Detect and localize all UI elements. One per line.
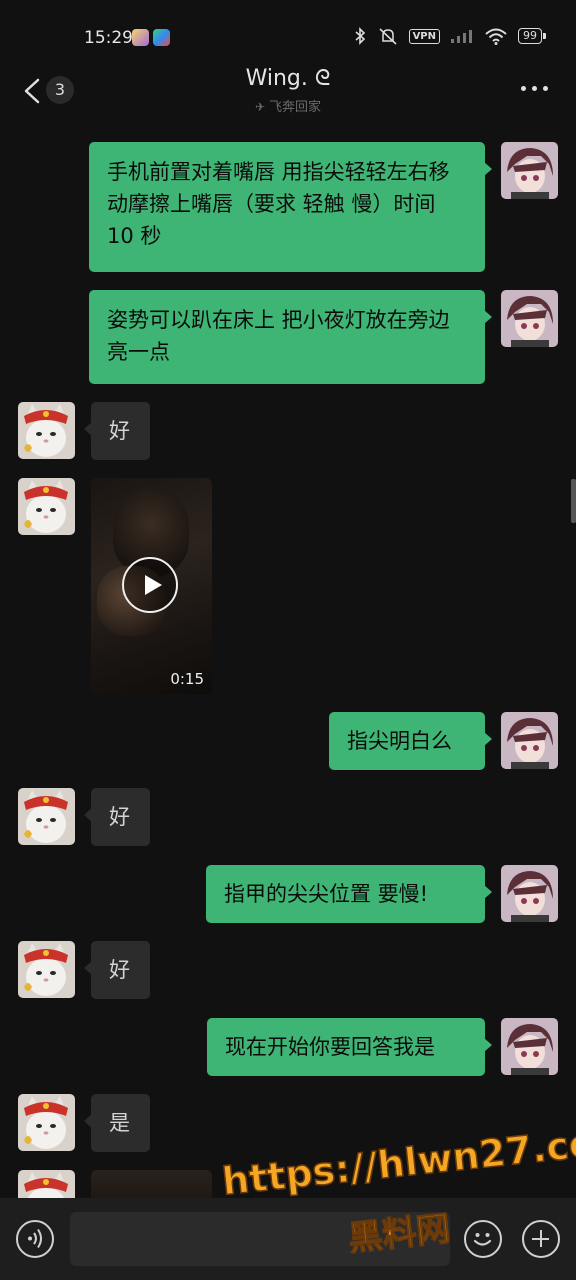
chat-title[interactable]: Wing. ᘓ [0,66,576,91]
status-right: VPN 99 [353,27,546,45]
video-duration: 0:15 [170,670,204,688]
battery-icon: 99 [518,28,546,44]
contact-avatar[interactable] [18,1094,75,1151]
my-avatar[interactable] [501,142,558,199]
voice-icon[interactable] [16,1220,54,1258]
contact-avatar[interactable] [18,788,75,845]
mute-icon [379,28,397,45]
emoji-icon[interactable] [464,1220,502,1258]
bluetooth-icon [355,27,365,45]
my-avatar[interactable] [501,290,558,347]
message-bubble[interactable]: 手机前置对着嘴唇 用指尖轻轻左右移动摩擦上嘴唇（要求 轻触 慢）时间 10 秒 [89,142,492,272]
status-time: 15:29 [84,28,133,48]
media-message[interactable] [91,1170,212,1198]
chat-header: 3 Wing. ᘓ ✈ 飞奔回家 [0,62,576,120]
status-app-icons [132,29,170,46]
battery-level: 99 [518,28,542,44]
contact-avatar[interactable] [18,478,75,535]
message-bubble[interactable]: 姿势可以趴在床上 把小夜灯放在旁边 亮一点 [89,290,492,384]
wifi-icon [485,28,507,45]
signal-icon [451,30,472,43]
message-bubble[interactable]: 指甲的尖尖位置 要慢! [206,865,492,923]
message-bubble[interactable]: 好 [84,788,150,846]
message-list[interactable]: 手机前置对着嘴唇 用指尖轻轻左右移动摩擦上嘴唇（要求 轻触 慢）时间 10 秒 … [0,120,576,1198]
scrollbar[interactable] [571,479,576,523]
app-notification-icon [132,29,149,46]
message-bubble[interactable]: 指尖明白么 [329,712,492,770]
message-bubble[interactable]: 好 [84,941,150,999]
battery-tip [543,33,546,39]
vpn-badge: VPN [408,28,440,44]
status-bar: 15:29 VPN 99 [0,0,576,70]
more-options-icon[interactable] [521,86,548,91]
contact-avatar[interactable] [18,402,75,459]
app-notification-icon [153,29,170,46]
play-icon[interactable] [122,557,178,613]
video-message[interactable]: 0:15 [91,478,212,694]
message-bubble[interactable]: 是 [84,1094,150,1152]
contact-avatar[interactable] [18,1170,75,1198]
contact-avatar[interactable] [18,941,75,998]
message-bubble[interactable]: 好 [84,402,150,460]
chat-subtitle-text: 飞奔回家 [269,100,322,115]
my-avatar[interactable] [501,712,558,769]
my-avatar[interactable] [501,1018,558,1075]
message-bubble[interactable]: 现在开始你要回答我是 [207,1018,492,1076]
airplane-icon: ✈ [254,100,266,114]
input-bar [0,1198,576,1280]
message-input[interactable] [70,1212,450,1266]
my-avatar[interactable] [501,865,558,922]
chat-subtitle: ✈ 飞奔回家 [0,96,576,115]
plus-icon[interactable] [522,1220,560,1258]
